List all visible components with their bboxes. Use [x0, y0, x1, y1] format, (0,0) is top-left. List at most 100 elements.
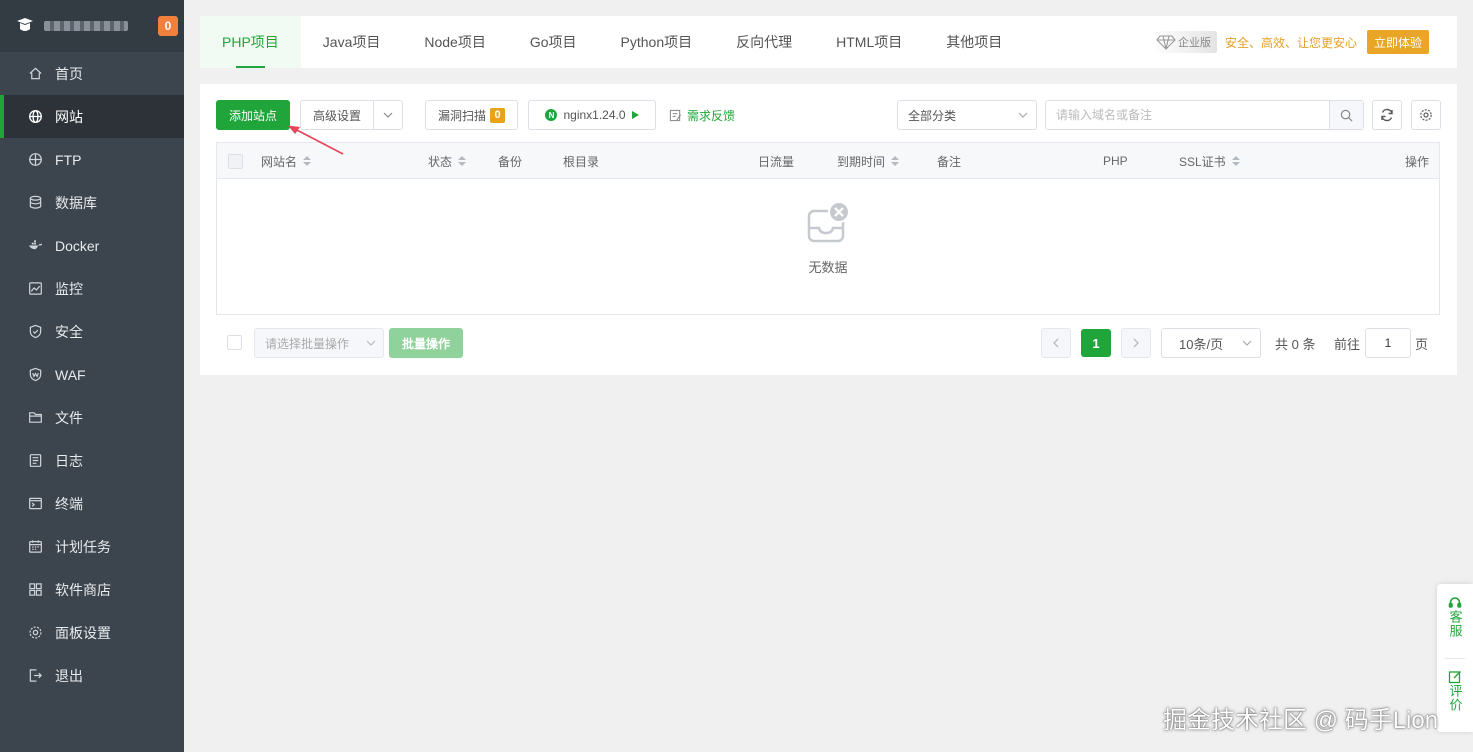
shield-icon [29, 324, 42, 339]
sidebar-item-label: 计划任务 [55, 538, 111, 555]
tab-go[interactable]: Go项目 [508, 16, 599, 68]
monitor-icon [29, 282, 42, 295]
sidebar-item-home[interactable]: 首页 [0, 52, 184, 95]
apps-icon [29, 583, 42, 596]
sidebar-item-settings[interactable]: 面板设置 [0, 611, 184, 654]
customer-service-button[interactable]: 客服 [1437, 596, 1473, 638]
sidebar-item-database[interactable]: 数据库 [0, 181, 184, 224]
table-header: 网站名 状态 备份 根目录 日流量 到期时间 备注 PHP SSL证书 操作 [217, 143, 1439, 179]
sidebar-item-files[interactable]: 文件 [0, 396, 184, 439]
sidebar: 0 首页 网站 FTP 数据库 Docker 监控 安全 WAF 文件 日志 终… [0, 0, 184, 752]
sidebar-item-label: 退出 [55, 667, 83, 684]
sort-icon [458, 156, 467, 166]
tab-node[interactable]: Node项目 [402, 16, 507, 68]
feedback-link[interactable]: 需求反馈 [669, 107, 735, 124]
empty-text: 无数据 [808, 260, 848, 275]
table-settings-button[interactable] [1411, 100, 1441, 130]
nginx-button[interactable]: N nginx1.24.0 [528, 100, 656, 130]
search-input[interactable] [1046, 101, 1329, 129]
select-all-checkbox-cell [228, 143, 243, 179]
database-icon [29, 195, 42, 209]
site-panel: 添加站点 高级设置 漏洞扫描 0 N nginx1.24.0 需求反馈 全部分类 [200, 84, 1457, 375]
enterprise-badge: 企业版 [1151, 31, 1217, 53]
bulk-action-button[interactable]: 批量操作 [389, 328, 463, 358]
float-divider [1445, 658, 1465, 659]
watermark-text: 掘金技术社区 @ 码手Lion [1163, 707, 1439, 734]
select-all-checkbox[interactable] [228, 153, 243, 169]
sidebar-item-label: 终端 [55, 495, 83, 512]
home-icon [29, 67, 42, 80]
review-button[interactable]: 评价 [1437, 670, 1473, 712]
sidebar-item-store[interactable]: 软件商店 [0, 568, 184, 611]
sidebar-item-label: 安全 [55, 323, 83, 340]
globe-icon [29, 110, 42, 123]
sidebar-item-label: 网站 [55, 108, 83, 125]
sidebar-item-logs[interactable]: 日志 [0, 439, 184, 482]
ftp-icon [29, 153, 42, 166]
sidebar-header: 0 [0, 0, 184, 52]
column-expire-time[interactable]: 到期时间 [837, 143, 900, 179]
search-button[interactable] [1329, 101, 1363, 129]
bulk-select-checkbox[interactable] [227, 335, 242, 350]
empty-state: 无数据 [217, 201, 1439, 276]
tab-html[interactable]: HTML项目 [814, 16, 924, 68]
vuln-count-badge: 0 [490, 107, 505, 123]
tab-php[interactable]: PHP项目 [200, 16, 301, 68]
sidebar-item-logout[interactable]: 退出 [0, 654, 184, 697]
column-status[interactable]: 状态 [428, 143, 467, 179]
sidebar-item-cron[interactable]: 计划任务 [0, 525, 184, 568]
tab-other[interactable]: 其他项目 [924, 16, 1024, 68]
sidebar-item-monitor[interactable]: 监控 [0, 267, 184, 310]
sidebar-item-waf[interactable]: WAF [0, 353, 184, 396]
sidebar-item-docker[interactable]: Docker [0, 224, 184, 267]
column-ssl[interactable]: SSL证书 [1179, 143, 1240, 179]
sort-icon [1231, 156, 1240, 166]
sidebar-item-label: 面板设置 [55, 624, 111, 641]
column-php: PHP [1103, 154, 1128, 168]
calendar-icon [29, 540, 42, 553]
edit-icon [1448, 671, 1461, 684]
chevron-down-icon [366, 340, 376, 346]
column-daily-traffic: 日流量 [758, 154, 795, 169]
chevron-down-icon [1242, 340, 1252, 346]
sidebar-item-ftp[interactable]: FTP [0, 138, 184, 181]
tab-java[interactable]: Java项目 [301, 16, 403, 68]
current-page[interactable]: 1 [1081, 329, 1111, 357]
tab-reverse-proxy[interactable]: 反向代理 [714, 16, 814, 68]
try-now-button[interactable]: 立即体验 [1366, 30, 1429, 54]
floating-service-panel: 客服 评价 [1437, 584, 1473, 732]
category-select[interactable]: 全部分类 [897, 100, 1037, 130]
bulk-action-select[interactable]: 请选择批量操作 [254, 328, 384, 358]
chevron-down-icon [1018, 112, 1028, 118]
logo-icon [17, 18, 33, 31]
refresh-button[interactable] [1372, 100, 1402, 130]
empty-inbox-icon [807, 201, 850, 243]
page-size-select[interactable]: 10条/页 [1161, 328, 1261, 358]
project-tabs: PHP项目 Java项目 Node项目 Go项目 Python项目 反向代理 H… [200, 16, 1457, 68]
tab-python[interactable]: Python项目 [599, 16, 715, 68]
chevron-right-icon [1133, 338, 1139, 348]
sidebar-item-terminal[interactable]: 终端 [0, 482, 184, 525]
message-badge[interactable]: 0 [158, 16, 178, 36]
site-table: 网站名 状态 备份 根目录 日流量 到期时间 备注 PHP SSL证书 操作 无… [216, 142, 1440, 315]
vuln-scan-button[interactable]: 漏洞扫描 0 [425, 100, 518, 130]
goto-page-input[interactable]: 1 [1365, 328, 1411, 358]
sidebar-item-label: FTP [55, 151, 82, 168]
sidebar-item-label: 首页 [55, 65, 83, 82]
sidebar-item-security[interactable]: 安全 [0, 310, 184, 353]
folder-icon [29, 412, 42, 423]
total-count: 共 0 条 [1275, 336, 1316, 352]
column-backup: 备份 [498, 154, 523, 169]
sidebar-item-label: 软件商店 [55, 581, 111, 598]
waf-icon [29, 367, 42, 382]
docker-icon [28, 240, 43, 250]
chevron-down-icon[interactable] [373, 101, 402, 129]
sidebar-item-website[interactable]: 网站 [0, 95, 184, 138]
prev-page-button[interactable] [1041, 328, 1071, 358]
edit-icon [669, 109, 682, 122]
search-icon [1340, 109, 1353, 121]
next-page-button[interactable] [1121, 328, 1151, 358]
add-site-button[interactable]: 添加站点 [216, 100, 290, 130]
sidebar-item-label: WAF [55, 366, 86, 383]
gear-icon [1420, 109, 1432, 121]
